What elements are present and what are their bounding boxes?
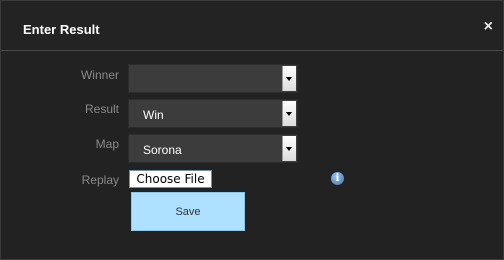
save-button[interactable]: Save xyxy=(131,192,245,231)
dialog-title: Enter Result xyxy=(23,22,100,37)
map-value: Sorona xyxy=(143,143,182,157)
winner-select[interactable] xyxy=(128,64,298,93)
enter-result-dialog: Enter Result × Winner Result Win Map Sor… xyxy=(0,0,504,260)
dialog-header: Enter Result × xyxy=(1,1,503,51)
replay-label: Replay xyxy=(81,173,119,187)
result-select[interactable]: Win xyxy=(128,99,298,128)
chevron-down-icon[interactable] xyxy=(282,66,296,91)
chevron-down-icon[interactable] xyxy=(282,136,296,161)
info-icon[interactable]: i xyxy=(331,172,344,185)
choose-file-button[interactable]: Choose File xyxy=(129,170,212,188)
map-label: Map xyxy=(95,137,119,151)
chevron-down-icon[interactable] xyxy=(282,101,296,126)
map-select[interactable]: Sorona xyxy=(128,134,298,163)
close-icon[interactable]: × xyxy=(484,19,493,35)
result-label: Result xyxy=(84,102,119,116)
winner-label: Winner xyxy=(80,68,119,82)
result-value: Win xyxy=(143,108,164,122)
